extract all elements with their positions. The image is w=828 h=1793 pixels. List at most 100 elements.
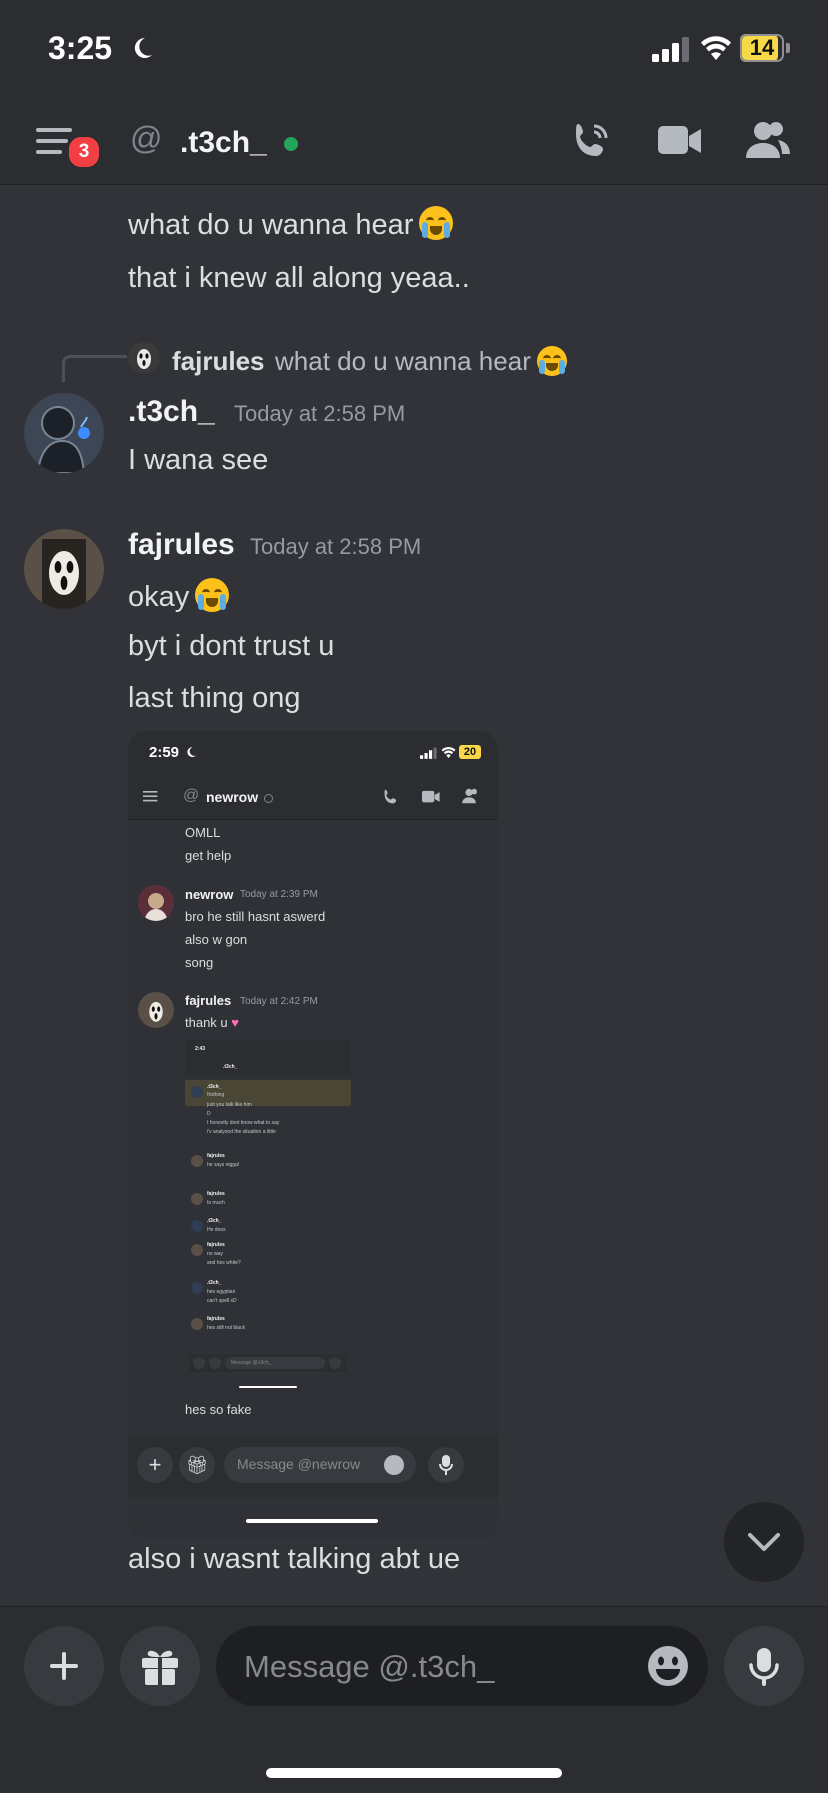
nested-author: fajrules	[207, 1191, 225, 1197]
nested-avatar	[191, 1086, 203, 1098]
message-text: what do u wanna hear	[128, 209, 414, 241]
image-attachment[interactable]: 2:59 20 @ newrow OMLL get help newrow To…	[128, 731, 498, 1539]
reply-author[interactable]: fajrules	[172, 346, 265, 377]
channel-title[interactable]: .t3ch_	[180, 126, 267, 160]
nested-avatar	[191, 1318, 203, 1330]
voice-call-icon	[384, 789, 397, 804]
nested-author: .t3ch_	[207, 1280, 222, 1286]
message-line: what do u wanna hear	[128, 206, 454, 242]
attachment-message-line: OMLL	[185, 825, 221, 840]
attachment-message-text: thank u	[185, 1015, 228, 1030]
attachment-status-bar: 2:59 20	[128, 731, 498, 775]
message-line: also i wasnt talking abt ue	[128, 1543, 461, 1575]
nested-line: and hes white?	[207, 1260, 241, 1266]
pink-heart-icon: ♥	[231, 1015, 239, 1030]
nested-composer: Message @.t3ch_	[189, 1354, 347, 1372]
message-author[interactable]: fajrules	[128, 528, 235, 562]
message-timestamp: Today at 2:58 PM	[250, 534, 422, 559]
nested-line: just you talk like him	[207, 1102, 252, 1108]
gift-icon	[142, 1650, 178, 1685]
message-author[interactable]: .t3ch_	[128, 395, 215, 429]
nested-line: can't spell xD	[207, 1298, 237, 1304]
cellular-signal-icon	[420, 747, 437, 759]
attachment-message-author: fajrules	[185, 993, 232, 1008]
voice-message-button[interactable]	[724, 1626, 804, 1706]
attachment-channel-title: newrow	[206, 789, 259, 805]
attachment-message-line: thank u ♥	[185, 1015, 239, 1030]
nested-line: i'v analyzed the situation a little	[207, 1129, 276, 1135]
attachment-message-line: song	[185, 955, 214, 970]
moon-icon	[187, 746, 196, 757]
avatar-t3ch[interactable]	[24, 393, 104, 473]
attachment-mic-icon	[428, 1447, 464, 1483]
nested-author: fajrules	[207, 1242, 225, 1248]
wifi-icon	[441, 747, 456, 758]
loudly-crying-emoji-icon	[419, 206, 454, 240]
gift-button[interactable]	[120, 1626, 200, 1706]
status-bar: 3:25 14	[0, 0, 828, 100]
menu-icon	[143, 791, 158, 802]
reply-text: what do u wanna hear	[275, 346, 531, 376]
message-line: byt i dont trust u	[128, 630, 335, 662]
loudly-crying-emoji-icon	[536, 346, 567, 376]
nested-composer-placeholder: Message @.t3ch_	[231, 1360, 272, 1366]
attachment-battery: 20	[459, 745, 481, 759]
nested-header: 2:43 .t3ch_	[185, 1040, 351, 1076]
moon-icon	[134, 37, 152, 58]
offline-status-icon	[264, 794, 273, 803]
microphone-icon	[749, 1648, 779, 1686]
wifi-icon	[701, 36, 731, 60]
attachment-header: @ newrow	[128, 775, 498, 820]
add-attachment-button[interactable]	[24, 1626, 104, 1706]
attachment-message-timestamp: Today at 2:39 PM	[240, 889, 318, 900]
chevron-down-icon	[748, 1533, 780, 1551]
plus-icon	[50, 1652, 78, 1680]
attachment-home-indicator	[246, 1519, 378, 1523]
at-icon: @	[130, 120, 163, 156]
voice-call-icon[interactable]	[570, 120, 612, 162]
battery-indicator: 14	[740, 34, 790, 62]
nested-avatar	[191, 1155, 203, 1167]
attachment-gift-icon: 🎁︎	[179, 1447, 215, 1483]
nested-home-indicator	[239, 1386, 297, 1388]
attachment-composer: + 🎁︎ Message @newrow	[128, 1437, 498, 1497]
nested-line: hes egyptian	[207, 1289, 236, 1295]
attachment-emoji-icon	[384, 1455, 404, 1475]
home-indicator	[266, 1768, 562, 1778]
nested-avatar	[191, 1244, 203, 1256]
message-line: last thing ong	[128, 682, 301, 714]
avatar-fajrules	[138, 992, 174, 1028]
jump-to-present-button[interactable]	[724, 1502, 804, 1582]
attachment-message-author: newrow	[185, 887, 234, 902]
nested-line: Nothing	[207, 1092, 225, 1098]
nested-image-attachment: 2:43 .t3ch_ .t3ch_ Nothing just you talk…	[185, 1040, 351, 1398]
nested-channel-title: .t3ch_	[223, 1064, 238, 1070]
members-icon	[462, 788, 477, 804]
nested-avatar	[191, 1282, 203, 1294]
nested-status-time: 2:43	[195, 1046, 206, 1052]
members-icon[interactable]	[746, 120, 790, 160]
reply-preview[interactable]: what do u wanna hear	[275, 346, 567, 377]
emoji-picker-icon[interactable]	[646, 1644, 690, 1688]
reply-connector	[62, 355, 127, 382]
attachment-input-placeholder: Message @newrow	[237, 1456, 361, 1472]
nested-author: fajrules	[207, 1153, 225, 1159]
attachment-message-line: get help	[185, 848, 232, 863]
reply-avatar[interactable]	[128, 342, 160, 374]
nested-line: hes still not black	[207, 1325, 246, 1331]
nested-author: fajrules	[207, 1316, 225, 1322]
nested-line: he says nigga!	[207, 1162, 240, 1168]
nested-avatar	[191, 1220, 203, 1232]
attachment-message-input: Message @newrow	[224, 1447, 416, 1483]
dm-header	[0, 100, 828, 185]
attachment-add-icon: +	[137, 1447, 173, 1483]
avatar-fajrules[interactable]	[24, 529, 104, 609]
video-call-icon[interactable]	[658, 124, 702, 158]
video-call-icon	[422, 790, 440, 803]
attachment-message-line: bro he still hasnt aswerd	[185, 909, 326, 924]
online-status-dot	[284, 137, 298, 151]
at-icon: @	[183, 787, 200, 804]
nested-author: .t3ch_	[207, 1218, 222, 1224]
nested-line: D	[207, 1111, 211, 1117]
nested-author: .t3ch_	[207, 1084, 222, 1090]
